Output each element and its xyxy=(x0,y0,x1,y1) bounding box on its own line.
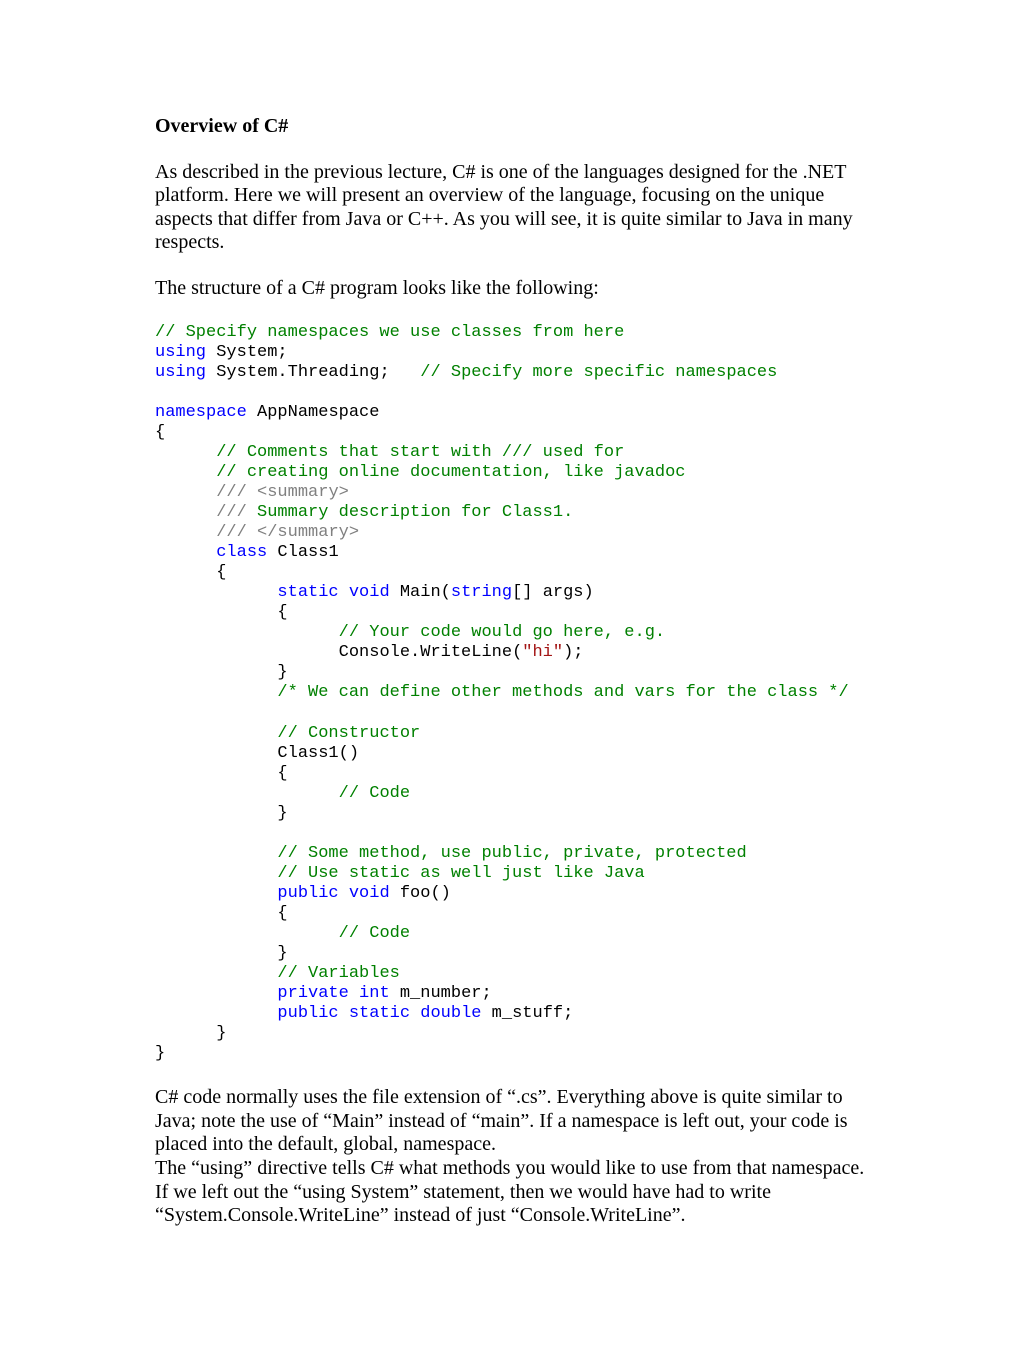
code-brace: } xyxy=(277,663,287,682)
code-comment: // Some method, use public, private, pro… xyxy=(277,844,746,863)
code-brace: { xyxy=(277,764,287,783)
code-doccomment: Summary description for Class1. xyxy=(247,503,573,522)
code-brace: } xyxy=(216,1024,226,1043)
document-page: Overview of C# As described in the previ… xyxy=(0,0,1020,1350)
code-brace: } xyxy=(155,1044,165,1063)
code-text: AppNamespace xyxy=(247,403,380,422)
code-comment: // Constructor xyxy=(277,724,420,743)
code-text: foo() xyxy=(390,884,451,903)
code-doccomment: /// xyxy=(216,483,247,502)
code-text: System; xyxy=(206,343,288,362)
code-keyword: class xyxy=(216,543,267,562)
code-comment: // creating online documentation, like j… xyxy=(216,463,685,482)
code-brace: } xyxy=(277,944,287,963)
code-text: m_number; xyxy=(390,984,492,1003)
code-brace: { xyxy=(277,904,287,923)
code-text: Class1() xyxy=(277,744,359,763)
code-comment: // Code xyxy=(339,924,410,943)
code-text: System.Threading; xyxy=(206,363,420,382)
page-title: Overview of C# xyxy=(155,115,865,139)
code-doccomment: <summary> xyxy=(247,483,349,502)
code-keyword: using xyxy=(155,363,206,382)
code-text: ); xyxy=(563,643,583,662)
code-brace: { xyxy=(277,603,287,622)
code-keyword: int xyxy=(359,984,390,1003)
code-text: [] args) xyxy=(512,583,594,602)
code-keyword: public xyxy=(277,884,338,903)
code-text: Console.WriteLine( xyxy=(339,643,523,662)
code-comment: // Your code would go here, e.g. xyxy=(339,623,665,642)
code-brace: { xyxy=(216,563,226,582)
code-doccomment: /// xyxy=(216,503,247,522)
code-text: Main( xyxy=(390,583,451,602)
code-text: m_stuff; xyxy=(481,1004,573,1023)
code-comment: // Specify more specific namespaces xyxy=(420,363,777,382)
paragraph-using: The “using” directive tells C# what meth… xyxy=(155,1157,865,1228)
code-brace: { xyxy=(155,423,165,442)
code-keyword: private xyxy=(277,984,348,1003)
code-keyword: string xyxy=(451,583,512,602)
code-string: "hi" xyxy=(522,643,563,662)
code-keyword: void xyxy=(349,884,390,903)
code-keyword: namespace xyxy=(155,403,247,422)
paragraph-lead-in: The structure of a C# program looks like… xyxy=(155,277,865,301)
code-comment: /* We can define other methods and vars … xyxy=(277,683,848,702)
paragraph-extension: C# code normally uses the file extension… xyxy=(155,1086,865,1157)
code-keyword: static xyxy=(349,1004,410,1023)
code-keyword: static xyxy=(277,583,338,602)
code-comment: // Specify namespaces we use classes fro… xyxy=(155,323,624,342)
code-keyword: void xyxy=(349,583,390,602)
code-brace: } xyxy=(277,804,287,823)
code-comment: // Comments that start with /// used for xyxy=(216,443,624,462)
code-sample: // Specify namespaces we use classes fro… xyxy=(155,323,865,1065)
code-doccomment: </summary> xyxy=(247,523,359,542)
code-keyword: public xyxy=(277,1004,338,1023)
code-doccomment: /// xyxy=(216,523,247,542)
code-comment: // Use static as well just like Java xyxy=(277,864,644,883)
paragraph-intro: As described in the previous lecture, C#… xyxy=(155,161,865,255)
code-text: Class1 xyxy=(267,543,338,562)
code-keyword: using xyxy=(155,343,206,362)
code-comment: // Variables xyxy=(277,964,399,983)
code-keyword: double xyxy=(420,1004,481,1023)
code-comment: // Code xyxy=(339,784,410,803)
